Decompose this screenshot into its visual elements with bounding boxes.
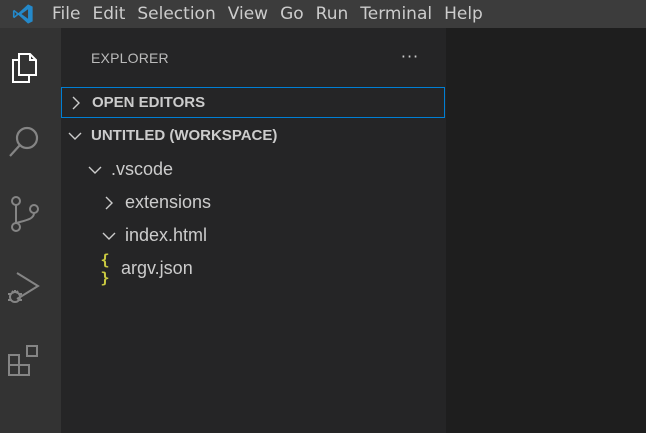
menu-help[interactable]: Help: [438, 0, 489, 28]
extensions-icon[interactable]: [0, 336, 48, 384]
run-debug-icon[interactable]: [0, 264, 48, 312]
folder-label: extensions: [125, 192, 212, 212]
menu-bar: File Edit Selection View Go Run Terminal…: [0, 0, 646, 28]
chevron-right-icon: [68, 95, 84, 111]
json-file-icon: { }: [100, 250, 110, 287]
chevron-down-icon: [101, 228, 117, 244]
tree-folder-vscode[interactable]: .vscode: [61, 153, 445, 186]
workspace-label: UNTITLED (WORKSPACE): [91, 127, 278, 144]
explorer-title: EXPLORER: [91, 50, 169, 66]
menu-edit[interactable]: Edit: [86, 0, 131, 28]
chevron-down-icon: [67, 128, 83, 144]
menu-file[interactable]: File: [46, 0, 86, 28]
tree-folder-index-html[interactable]: index.html: [61, 219, 445, 252]
editor-area[interactable]: [446, 28, 646, 433]
file-label: argv.json: [121, 258, 193, 278]
menu-run[interactable]: Run: [310, 0, 355, 28]
menu-go[interactable]: Go: [274, 0, 310, 28]
folder-label: index.html: [125, 225, 208, 245]
menu-view[interactable]: View: [222, 0, 274, 28]
workspace-section-header[interactable]: UNTITLED (WORKSPACE): [61, 120, 445, 151]
open-editors-section-header[interactable]: OPEN EDITORS: [61, 87, 445, 118]
files-icon[interactable]: [0, 44, 48, 92]
menu-terminal[interactable]: Terminal: [354, 0, 438, 28]
tree-folder-extensions[interactable]: extensions: [61, 186, 445, 219]
open-editors-label: OPEN EDITORS: [92, 94, 206, 111]
more-actions-icon[interactable]: ···: [398, 44, 422, 68]
folder-label: .vscode: [111, 159, 174, 179]
chevron-down-icon: [87, 162, 103, 178]
menu-selection[interactable]: Selection: [131, 0, 221, 28]
vscode-logo-icon: [0, 0, 46, 28]
explorer-sidebar: EXPLORER ··· OPEN EDITORS UNTITLED (WORK…: [61, 28, 446, 433]
search-icon[interactable]: [0, 118, 48, 166]
chevron-right-icon: [101, 195, 117, 211]
tree-file-argv-json[interactable]: { } argv.json: [61, 250, 445, 287]
activity-bar: [0, 28, 61, 433]
source-control-icon[interactable]: [0, 190, 48, 238]
